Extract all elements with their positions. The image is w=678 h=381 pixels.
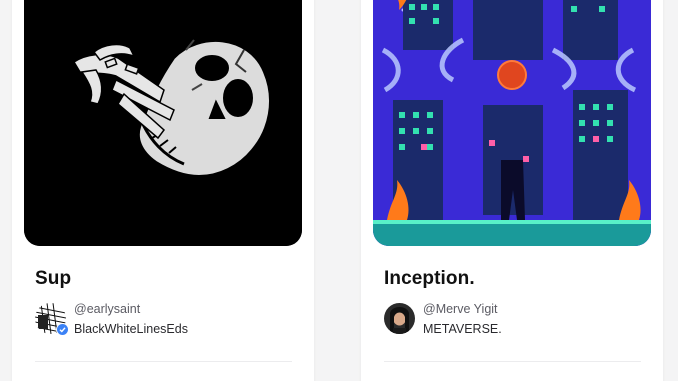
skull-hand-artwork-icon [24,0,302,246]
city-night-artwork-icon [373,0,651,246]
nft-card-inception[interactable]: Inception. @Merve Yigit METAVERSE. [361,0,663,381]
nft-title[interactable]: Inception. [384,268,475,290]
avatar-portrait-icon [384,303,415,334]
card-divider [384,361,641,362]
creator-avatar[interactable] [384,303,415,334]
collection-name[interactable]: METAVERSE. [423,322,502,336]
nft-card-sup[interactable]: Sup @earlysaint BlackWhiteLinesEds [12,0,314,381]
artwork-image[interactable] [24,0,302,246]
collection-name[interactable]: BlackWhiteLinesEds [74,322,188,336]
verified-check-icon [57,324,68,335]
nft-title[interactable]: Sup [35,268,71,290]
creator-handle[interactable]: @earlysaint [74,302,140,316]
card-divider [35,361,292,362]
creator-handle[interactable]: @Merve Yigit [423,302,498,316]
verified-badge [56,323,69,336]
artwork-image[interactable] [373,0,651,246]
